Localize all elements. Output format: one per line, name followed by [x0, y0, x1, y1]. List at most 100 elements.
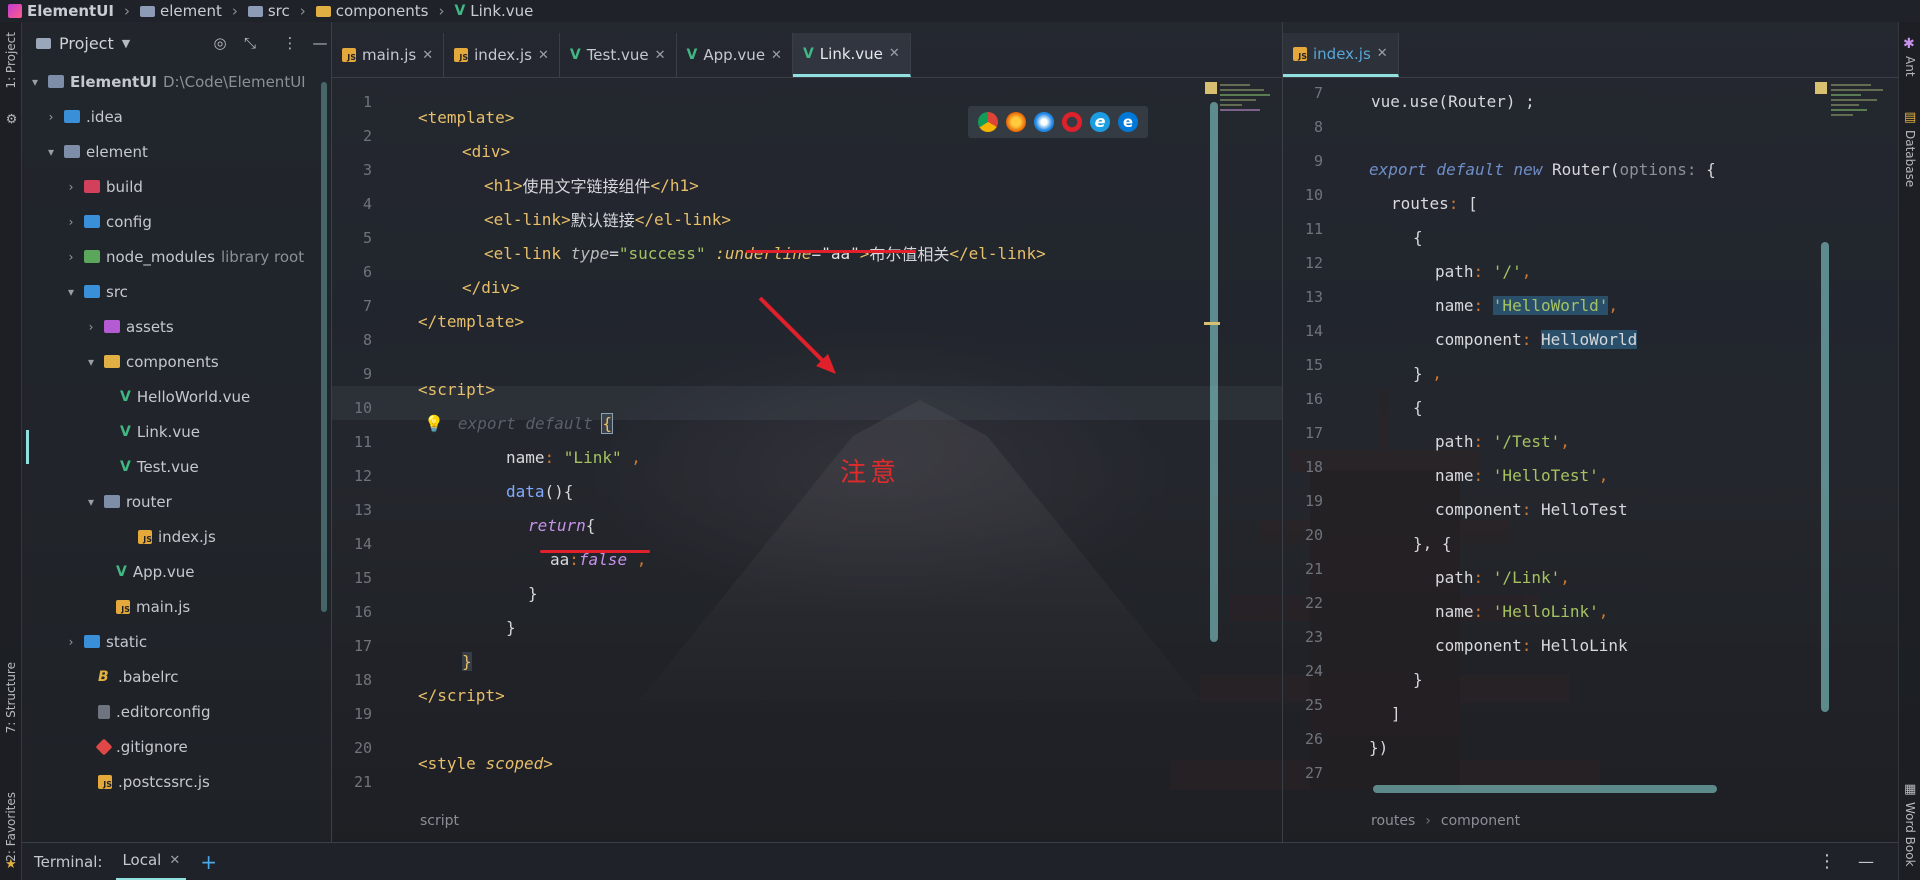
tab-main-js[interactable]: JS main.js ✕ — [332, 33, 445, 77]
code-line-r18[interactable]: name: 'HelloTest', — [1435, 458, 1608, 492]
code-line-2[interactable]: <div> — [462, 134, 510, 168]
code-line-12[interactable]: data(){ — [506, 474, 573, 508]
tree-item-app-vue[interactable]: V App.vue — [116, 554, 195, 589]
breadcrumb-file[interactable]: V Link.vue — [454, 2, 533, 20]
tree-item-root[interactable]: ▾ ElementUI D:\Code\ElementUI — [28, 64, 306, 99]
code-line-r12[interactable]: path: '/', — [1435, 254, 1531, 288]
favorites-tool-button[interactable]: 2: Favorites — [4, 792, 18, 862]
code-line-r20[interactable]: }, { — [1413, 526, 1452, 560]
code-line-r7[interactable]: vue.use(Router) ; — [1371, 84, 1535, 118]
structure-tool-button[interactable]: 7: Structure — [4, 662, 18, 733]
close-icon[interactable]: ✕ — [422, 48, 433, 63]
code-line-r10[interactable]: routes: [ — [1391, 186, 1478, 220]
chevron-down-icon[interactable]: ▾ — [28, 75, 42, 89]
close-icon[interactable]: ✕ — [538, 48, 549, 63]
tab-index-js-right[interactable]: JS index.js ✕ — [1283, 33, 1399, 77]
chevron-down-icon[interactable]: ▾ — [64, 285, 78, 299]
tree-item-main-js[interactable]: JS main.js — [116, 589, 190, 624]
tree-item-build[interactable]: › build — [64, 169, 143, 204]
code-line-18[interactable]: </script> — [418, 678, 505, 712]
opera-icon[interactable] — [1062, 112, 1082, 132]
tree-item-static[interactable]: › static — [64, 624, 148, 659]
chevron-down-icon[interactable]: ▾ — [84, 355, 98, 369]
breadcrumb-components[interactable]: components — [315, 2, 428, 20]
code-line-r25[interactable]: ] — [1391, 696, 1401, 730]
code-line-16[interactable]: } — [506, 610, 516, 644]
code-line-r17[interactable]: path: '/Test', — [1435, 424, 1570, 458]
code-line-r14[interactable]: component: HelloWorld — [1435, 322, 1638, 356]
wordbook-tool-button[interactable]: Word Book — [1903, 802, 1917, 867]
code-line-13[interactable]: return{ — [528, 508, 595, 542]
code-line-r23[interactable]: component: HelloLink — [1435, 628, 1628, 662]
left-editor-scrollbar[interactable] — [1210, 102, 1218, 642]
tree-item-test-vue[interactable]: V Test.vue — [120, 449, 199, 484]
code-line-17[interactable]: } — [462, 644, 472, 678]
breadcrumb-element[interactable]: element — [139, 2, 222, 20]
chevron-right-icon[interactable]: › — [64, 215, 78, 229]
code-line-9[interactable]: <script> — [418, 372, 495, 406]
ant-tool-button[interactable]: Ant — [1903, 56, 1917, 77]
project-view-selector[interactable]: Project — [59, 34, 114, 53]
close-icon[interactable]: ✕ — [169, 853, 180, 868]
terminal-tab-local[interactable]: Local ✕ — [116, 843, 187, 880]
code-line-1[interactable]: <template> — [418, 100, 514, 134]
chrome-icon[interactable] — [978, 112, 998, 132]
code-line-r15[interactable]: } , — [1413, 356, 1442, 390]
tree-item-babelrc[interactable]: B .babelrc — [98, 659, 178, 694]
project-gear-icon[interactable]: ⚙ — [4, 110, 19, 125]
tab-link-vue[interactable]: V Link.vue ✕ — [792, 33, 911, 77]
tree-item-postcssrc[interactable]: JS .postcssrc.js — [98, 764, 210, 799]
right-breadcrumb[interactable]: routes › component — [1371, 806, 1520, 836]
close-icon[interactable]: ✕ — [1377, 46, 1388, 61]
code-line-r24[interactable]: } — [1413, 662, 1423, 696]
code-line-r11[interactable]: { — [1413, 220, 1423, 254]
chevron-down-icon[interactable]: ▾ — [44, 145, 58, 159]
analysis-status-marker[interactable] — [1815, 82, 1827, 94]
tree-item-assets[interactable]: › assets — [84, 309, 174, 344]
tree-item-components[interactable]: ▾ components — [84, 344, 219, 379]
code-line-6[interactable]: </div> — [462, 270, 520, 304]
code-line-r21[interactable]: path: '/Link', — [1435, 560, 1570, 594]
tab-test-vue[interactable]: V Test.vue ✕ — [560, 33, 677, 77]
close-icon[interactable]: ✕ — [655, 48, 666, 63]
code-line-r26[interactable]: }) — [1369, 730, 1388, 764]
code-line-r16[interactable]: { — [1413, 390, 1423, 424]
code-line-3[interactable]: <h1> 使用文字链接组件 </h1> — [484, 168, 699, 202]
right-editor-scrollbar[interactable] — [1821, 242, 1829, 712]
analysis-status-marker[interactable] — [1205, 82, 1217, 94]
tree-item-src[interactable]: ▾ src — [64, 274, 128, 309]
ie-icon[interactable]: e — [1090, 112, 1110, 132]
code-line-7[interactable]: </template> — [418, 304, 524, 338]
right-editor-hscrollbar[interactable] — [1373, 785, 1717, 793]
collapse-all-icon[interactable]: ⤡ — [239, 34, 261, 52]
code-line-4[interactable]: <el-link> 默认链接 </el-link> — [484, 202, 731, 236]
tree-item-router[interactable]: ▾ router — [84, 484, 172, 519]
close-icon[interactable]: ✕ — [771, 48, 782, 63]
close-icon[interactable]: ✕ — [889, 46, 900, 61]
code-line-20[interactable]: <style scoped > — [418, 746, 553, 780]
chevron-right-icon[interactable]: › — [64, 180, 78, 194]
tree-item-editorconfig[interactable]: .editorconfig — [98, 694, 210, 729]
tree-item-link-vue[interactable]: V Link.vue — [120, 414, 200, 449]
chevron-right-icon[interactable]: › — [64, 250, 78, 264]
lightbulb-icon[interactable]: 💡 — [424, 414, 444, 433]
code-line-r9[interactable]: export default new Router(options: { — [1369, 152, 1716, 186]
tab-app-vue[interactable]: V App.vue ✕ — [677, 33, 793, 77]
code-line-10[interactable]: 💡 export default { — [424, 406, 614, 440]
chevron-down-icon[interactable]: ▼ — [122, 37, 130, 50]
locate-target-icon[interactable]: ◎ — [209, 34, 231, 52]
safari-icon[interactable] — [1034, 112, 1054, 132]
tab-index-js[interactable]: JS index.js ✕ — [444, 33, 560, 77]
chevron-right-icon[interactable]: › — [64, 635, 78, 649]
tree-item-element[interactable]: ▾ element — [44, 134, 148, 169]
minimize-icon[interactable]: — — [309, 34, 331, 52]
code-line-15[interactable]: } — [528, 576, 538, 610]
project-scrollbar[interactable] — [321, 82, 327, 612]
code-line-11[interactable]: name: "Link" , — [506, 440, 641, 474]
more-options-icon[interactable]: ⋮ — [1818, 851, 1836, 872]
edge-icon[interactable]: e — [1118, 112, 1138, 132]
code-line-r19[interactable]: component: HelloTest — [1435, 492, 1628, 526]
project-tool-button[interactable]: 1: Project — [4, 32, 18, 89]
minimize-icon[interactable]: — — [1858, 852, 1874, 871]
tree-item-index-js[interactable]: JS index.js — [138, 519, 216, 554]
